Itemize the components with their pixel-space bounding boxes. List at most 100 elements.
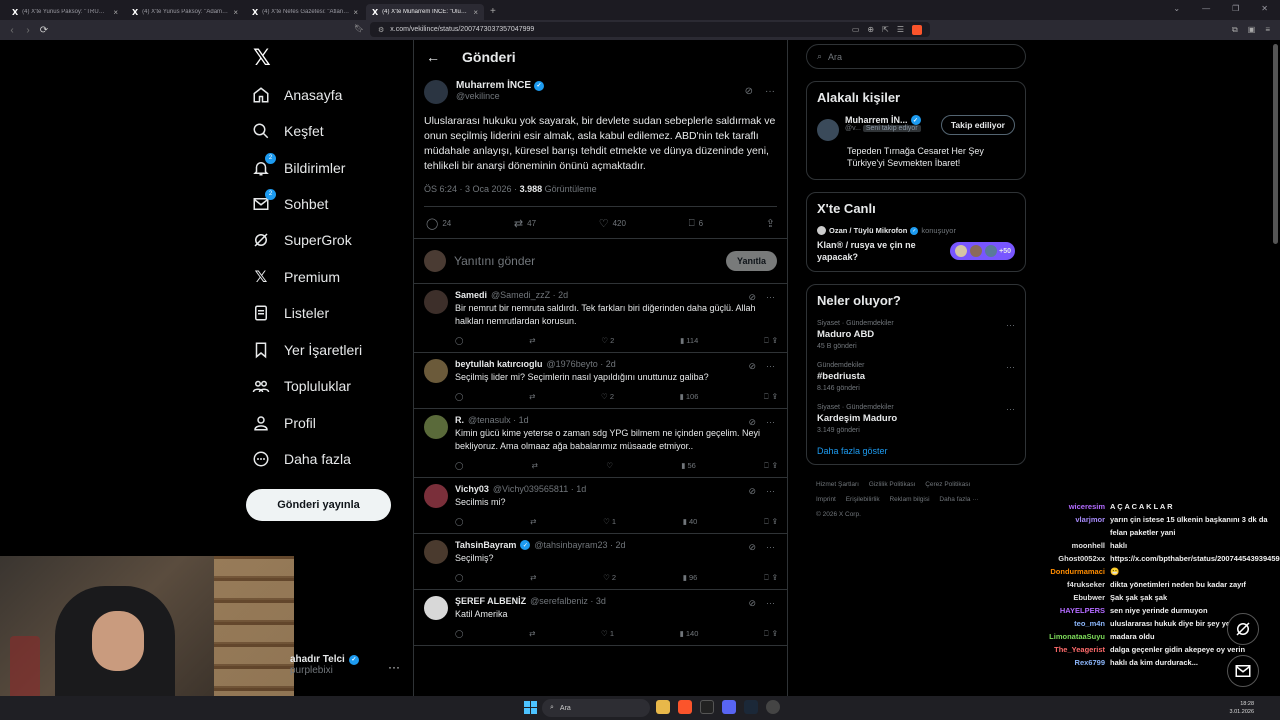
chat-username[interactable]: Dondurmamaci xyxy=(1020,565,1105,578)
grok-icon[interactable]: ⊘ xyxy=(748,598,756,609)
chat-username[interactable]: f4rukseker xyxy=(1020,578,1105,591)
bookmark-page-icon[interactable]: 🔖︎ xyxy=(354,24,364,33)
discord-icon[interactable] xyxy=(722,700,736,714)
retweet-icon[interactable]: ⇄ xyxy=(529,629,535,639)
like-button[interactable]: ♡ 2 xyxy=(601,392,614,402)
reply-icon[interactable]: ◯ xyxy=(455,517,463,527)
views-button[interactable]: ▮ 114 xyxy=(680,336,698,346)
extensions-icon[interactable]: ⧉ xyxy=(1232,25,1238,35)
bookmark-share[interactable]: ⎕ ⇪ xyxy=(764,461,777,471)
system-clock[interactable]: 18:28 3.01.2026 xyxy=(1230,700,1254,716)
reply-item[interactable]: beytullah katırcıoglu @1976beyto · 2d Seç… xyxy=(414,353,787,409)
more-icon[interactable]: ··· xyxy=(766,486,775,497)
messages-float-button[interactable] xyxy=(1227,655,1259,687)
retweet-button[interactable]: ⇄ 47 xyxy=(514,217,536,230)
reply-handle[interactable]: @1976beyto · 2d xyxy=(547,359,616,369)
like-button[interactable]: ♡ xyxy=(606,461,613,471)
footer-link[interactable]: Reklam bilgisi xyxy=(889,496,929,503)
more-icon[interactable]: ··· xyxy=(1006,320,1015,330)
reply-icon[interactable]: ◯ xyxy=(455,392,463,402)
share-icon[interactable]: ⇱ xyxy=(882,25,889,34)
reader-icon[interactable]: ☰ xyxy=(897,25,904,34)
like-button[interactable]: ♡ 2 xyxy=(603,573,616,583)
more-icon[interactable]: ··· xyxy=(388,660,400,674)
grok-icon[interactable]: ⊘ xyxy=(748,542,756,553)
close-tab-icon[interactable]: × xyxy=(233,8,238,17)
nav-premium[interactable]: 𝕏 Premium xyxy=(252,268,340,286)
chat-username[interactable]: HAYELPERS xyxy=(1020,604,1105,617)
nav-messages[interactable]: 2 Sohbet xyxy=(252,189,328,213)
reply-author[interactable]: Vichy03 xyxy=(455,484,489,494)
chat-username[interactable]: vlarjmor xyxy=(1020,513,1105,539)
reply-item[interactable]: TahsinBayram ✓ @tahsinbayram23 · 2d Seçilm… xyxy=(414,534,787,590)
nav-explore[interactable]: Keşfet xyxy=(252,122,324,140)
reply-icon[interactable]: ◯ xyxy=(455,629,463,639)
page-scrollbar[interactable] xyxy=(1273,44,1278,244)
more-icon[interactable]: ··· xyxy=(766,598,775,609)
retweet-icon[interactable]: ⇄ xyxy=(529,392,535,402)
footer-link[interactable]: Hizmet Şartları xyxy=(816,481,859,488)
reply-author[interactable]: R. xyxy=(455,415,464,425)
wallet-icon[interactable]: ▣ xyxy=(1248,25,1256,35)
bookmark-share[interactable]: ⎕ ⇪ xyxy=(764,573,777,583)
bookmark-share[interactable]: ⎕ ⇪ xyxy=(764,517,777,527)
footer-link[interactable]: Gizlilik Politikası xyxy=(869,481,916,488)
menu-icon[interactable]: ≡ xyxy=(1265,25,1270,35)
tweet-time[interactable]: ÖS 6:24 · 3 Oca 2026 · xyxy=(424,184,520,194)
reply-handle[interactable]: @Samedi_zzZ · 2d xyxy=(491,290,568,300)
browser-tab[interactable]: X(4) X'te Yunus Paksoy: "TRUMP: Xi ve...… xyxy=(6,4,124,20)
reply-handle[interactable]: @Vichy039565811 · 1d xyxy=(493,484,586,494)
footer-link[interactable]: Daha fazla ··· xyxy=(939,496,978,503)
search-input[interactable]: ⌕ Ara xyxy=(806,44,1026,69)
reply-item[interactable]: Vichy03 @Vichy039565811 · 1d Secilmis mi?… xyxy=(414,478,787,534)
obs-icon[interactable] xyxy=(766,700,780,714)
nav-home[interactable]: Anasayfa xyxy=(252,86,342,104)
chevron-down-icon[interactable]: ⌄ xyxy=(1173,4,1180,13)
grok-icon[interactable]: ⊘ xyxy=(748,292,756,303)
grok-icon[interactable]: ⊘ xyxy=(748,486,756,497)
chat-username[interactable]: Ebubwer xyxy=(1020,591,1105,604)
retweet-icon[interactable]: ⇄ xyxy=(530,573,536,583)
views-button[interactable]: ▮ 56 xyxy=(681,461,696,471)
avatar[interactable] xyxy=(424,596,448,620)
reply-input[interactable]: Yanıtını gönder xyxy=(454,254,726,268)
chat-username[interactable]: wiceresim xyxy=(1020,500,1105,513)
windows-start-icon[interactable] xyxy=(524,701,537,714)
retweet-icon[interactable]: ⇄ xyxy=(529,336,535,346)
forward-icon[interactable]: › xyxy=(20,25,36,36)
reply-author[interactable]: Samedi xyxy=(455,290,487,300)
nav-supergrok[interactable]: SuperGrok xyxy=(252,231,352,249)
reply-icon[interactable]: ◯ xyxy=(455,573,463,583)
grok-icon[interactable]: ⊘ xyxy=(745,86,753,97)
bookmark-button[interactable]: ⎕ 6 xyxy=(689,217,703,230)
browser-tab[interactable]: X(4) X'te Nefes Gazetesi: "Atlantik Ok..… xyxy=(246,4,364,20)
retweet-icon[interactable]: ⇄ xyxy=(532,461,538,471)
more-icon[interactable]: ··· xyxy=(766,417,775,428)
new-tab-icon[interactable]: + xyxy=(490,6,496,17)
back-icon[interactable]: ‹ xyxy=(4,25,20,36)
chat-username[interactable]: Ghost0052xx xyxy=(1020,552,1105,565)
taskbar-search[interactable]: ⌕ Ara xyxy=(542,699,650,717)
post-button[interactable]: Gönderi yayınla xyxy=(246,489,391,521)
x-logo-icon[interactable]: 𝕏 xyxy=(253,46,271,71)
nav-lists[interactable]: Listeler xyxy=(252,304,329,322)
reply-handle[interactable]: @tahsinbayram23 · 2d xyxy=(534,540,625,550)
like-button[interactable]: ♡ 1 xyxy=(601,629,614,639)
file-explorer-icon[interactable] xyxy=(656,700,670,714)
live-space[interactable]: Klan® / rusya ve çin ne yapacak? +50 xyxy=(817,239,1015,263)
reload-icon[interactable]: ⟳ xyxy=(36,25,52,36)
browser-tab-active[interactable]: X (4) X'te Muharrem İNCE: "Uluslar... × xyxy=(366,4,484,20)
nav-bookmarks[interactable]: Yer İşaretleri xyxy=(252,341,362,359)
close-window-icon[interactable]: ✕ xyxy=(1261,4,1268,13)
steam-icon[interactable] xyxy=(744,700,758,714)
share-button[interactable]: ⇪ xyxy=(766,217,775,230)
grok-icon[interactable]: ⊘ xyxy=(748,417,756,428)
footer-link[interactable]: Çerez Politikası xyxy=(925,481,970,488)
views-button[interactable]: ▮ 40 xyxy=(683,517,698,527)
nav-communities[interactable]: Topluluklar xyxy=(252,377,351,395)
brave-shield-icon[interactable] xyxy=(912,24,922,35)
maximize-icon[interactable]: ❐ xyxy=(1232,4,1239,13)
reply-author[interactable]: TahsinBayram xyxy=(455,540,516,550)
show-more-link[interactable]: Daha fazla göster xyxy=(817,446,1015,456)
reply-author[interactable]: beytullah katırcıoglu xyxy=(455,359,543,369)
